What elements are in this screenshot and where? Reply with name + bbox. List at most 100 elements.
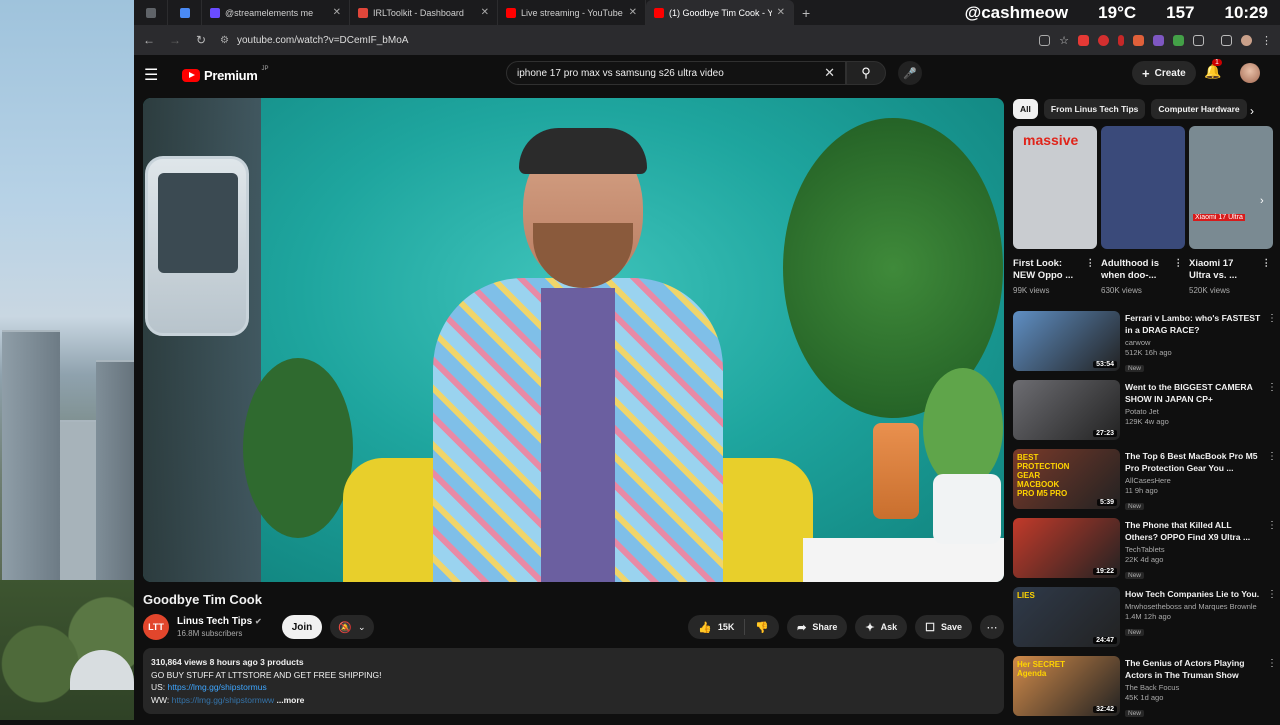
filter-chip[interactable]: From Linus Tech Tips xyxy=(1043,99,1146,119)
recommended-title[interactable]: How Tech Companies Lie to You. xyxy=(1125,588,1265,600)
bookmark-star-icon[interactable]: ☆ xyxy=(1059,34,1069,47)
forward-icon[interactable]: → xyxy=(168,33,182,47)
sidebar-icon[interactable] xyxy=(1221,34,1232,46)
search-input[interactable]: iphone 17 pro max vs samsung s26 ultra v… xyxy=(506,61,846,85)
puzzle-icon[interactable] xyxy=(1193,34,1204,46)
tab-strip: @streamelements me ✕ IRLToolkit - Dashboar… xyxy=(134,0,1280,25)
recommended-video[interactable]: 27:23 Went to the BIGGEST CAMERA SHOW IN … xyxy=(1013,380,1280,449)
kebab-menu-icon[interactable]: ⋮ xyxy=(1262,258,1272,270)
profile-icon[interactable] xyxy=(1241,34,1252,46)
extension-icon[interactable] xyxy=(1153,34,1164,46)
recommended-channel[interactable]: TechTablets xyxy=(1125,545,1265,554)
close-tab-icon[interactable]: ✕ xyxy=(777,7,785,18)
video-thumbnail[interactable]: 19:22 xyxy=(1013,518,1120,578)
extension-icon[interactable] xyxy=(1173,34,1184,46)
recommended-video[interactable]: LIES 24:47 How Tech Companies Lie to You. M… xyxy=(1013,587,1280,656)
browser-tab[interactable] xyxy=(134,0,168,25)
recommended-channel[interactable]: Potato Jet xyxy=(1125,407,1265,416)
browser-tab[interactable]: @streamelements me ✕ xyxy=(202,0,350,25)
recommended-title[interactable]: The Top 6 Best MacBook Pro M5 Pro Protec… xyxy=(1125,450,1265,474)
share-button[interactable]: ➦ Share xyxy=(787,615,848,639)
recommended-title[interactable]: The Genius of Actors Playing Actors in T… xyxy=(1125,657,1265,681)
short-thumbnail[interactable]: Xiaomi 17 Ultra xyxy=(1189,126,1273,249)
extension-icon[interactable] xyxy=(1098,34,1109,46)
short-thumbnail[interactable]: massive xyxy=(1013,126,1097,249)
recommended-title[interactable]: Ferrari v Lambo: who's FASTEST in a DRAG… xyxy=(1125,312,1265,336)
recommended-video[interactable]: Her SECRET Agenda 32:42 The Genius of Acto… xyxy=(1013,656,1280,725)
recommended-channel[interactable]: The Back Focus xyxy=(1125,683,1265,692)
search-button[interactable]: ⚲ xyxy=(846,61,886,85)
close-tab-icon[interactable]: ✕ xyxy=(481,7,489,18)
short-card[interactable]: Adulthood is when doo-... ⋮ 630K views xyxy=(1101,126,1185,301)
site-info-icon[interactable]: ⚙ xyxy=(220,35,229,46)
dislike-button[interactable]: 👎 xyxy=(745,615,779,639)
new-tab-button[interactable]: + xyxy=(794,0,818,25)
extension-icon[interactable] xyxy=(1118,34,1124,46)
browser-window: @streamelements me ✕ IRLToolkit - Dashboar… xyxy=(134,0,1280,720)
kebab-menu-icon[interactable]: ⋮ xyxy=(1086,258,1096,270)
ask-button[interactable]: ✦ Ask xyxy=(855,615,908,639)
browser-tab[interactable]: (1) Goodbye Tim Cook - Y ✕ xyxy=(646,0,794,25)
kebab-menu-icon[interactable]: ⋮ xyxy=(1267,589,1277,600)
short-card[interactable]: massive First Look: NEW Oppo ... ⋮ 99K view… xyxy=(1013,126,1097,301)
recommended-video[interactable]: BEST PROTECTION GEAR MACBOOK PRO M5 PRO 5… xyxy=(1013,449,1280,518)
clear-search-icon[interactable]: ✕ xyxy=(824,65,835,81)
reload-icon[interactable]: ↻ xyxy=(194,33,208,47)
recommended-video[interactable]: 53:54 Ferrari v Lambo: who's FASTEST in a… xyxy=(1013,311,1280,380)
save-button[interactable]: ☐ Save xyxy=(915,615,972,639)
join-button[interactable]: Join xyxy=(281,615,323,639)
notification-settings-button[interactable]: 🔕 ⌄ xyxy=(330,615,374,639)
recommended-title[interactable]: Went to the BIGGEST CAMERA SHOW IN JAPAN… xyxy=(1125,381,1265,405)
kebab-menu-icon[interactable]: ⋮ xyxy=(1174,258,1184,270)
install-icon[interactable] xyxy=(1039,34,1051,46)
recommended-video[interactable]: 19:22 The Phone that Killed ALL Others? O… xyxy=(1013,518,1280,587)
browser-tab[interactable]: Live streaming - YouTube Stu ✕ xyxy=(498,0,646,25)
browser-tab[interactable]: IRLToolkit - Dashboard ✕ xyxy=(350,0,498,25)
short-card[interactable]: Xiaomi 17 Ultra Xiaomi 17 Ultra vs. ... ⋮ 5… xyxy=(1189,126,1273,301)
recommended-channel[interactable]: Mrwhosetheboss and Marques Brownle xyxy=(1125,602,1265,611)
chevron-right-icon[interactable]: › xyxy=(1250,104,1254,118)
short-thumbnail[interactable] xyxy=(1101,126,1185,249)
url-field[interactable]: ⚙ youtube.com/watch?v=DCemIF_bMoA xyxy=(220,35,1027,46)
recommended-title[interactable]: The Phone that Killed ALL Others? OPPO F… xyxy=(1125,519,1265,543)
ww-store-link[interactable]: https://lmg.gg/shipstormww xyxy=(172,695,275,705)
description-box[interactable]: 310,864 views 8 hours ago 3 products GO … xyxy=(143,648,1004,714)
back-icon[interactable]: ← xyxy=(142,33,156,47)
us-store-link[interactable]: https://lmg.gg/shipstormus xyxy=(168,682,267,692)
video-thumbnail[interactable]: BEST PROTECTION GEAR MACBOOK PRO M5 PRO 5… xyxy=(1013,449,1120,509)
create-button[interactable]: + Create xyxy=(1132,61,1196,85)
youtube-logo[interactable]: Premium JP xyxy=(182,66,269,83)
avatar[interactable] xyxy=(1240,63,1260,83)
extension-icon[interactable] xyxy=(1133,34,1144,46)
chevron-down-icon: ⌄ xyxy=(357,621,366,632)
video-thumbnail[interactable]: 27:23 xyxy=(1013,380,1120,440)
video-thumbnail[interactable]: 53:54 xyxy=(1013,311,1120,371)
channel-name[interactable]: Linus Tech Tips xyxy=(177,616,252,627)
kebab-menu-icon[interactable]: ⋮ xyxy=(1267,382,1277,393)
recommended-channel[interactable]: carwow xyxy=(1125,338,1265,347)
browser-tab[interactable] xyxy=(168,0,202,25)
duration-badge: 53:54 xyxy=(1093,361,1117,368)
show-more-link[interactable]: ...more xyxy=(277,695,305,705)
filter-chip[interactable]: All xyxy=(1013,99,1038,119)
kebab-menu-icon[interactable]: ⋮ xyxy=(1267,313,1277,324)
kebab-menu-icon[interactable]: ⋮ xyxy=(1267,520,1277,531)
close-tab-icon[interactable]: ✕ xyxy=(629,7,637,18)
close-tab-icon[interactable]: ✕ xyxy=(333,7,341,18)
kebab-menu-icon[interactable]: ⋮ xyxy=(1267,658,1277,669)
recommended-channel[interactable]: AllCasesHere xyxy=(1125,476,1265,485)
more-actions-icon[interactable]: ⋯ xyxy=(980,615,1004,639)
video-thumbnail[interactable]: Her SECRET Agenda 32:42 xyxy=(1013,656,1120,716)
like-button[interactable]: 👍 15K xyxy=(688,615,744,639)
filter-chip[interactable]: Computer Hardware xyxy=(1151,99,1247,119)
kebab-menu-icon[interactable]: ⋮ xyxy=(1267,451,1277,462)
channel-avatar[interactable]: LTT xyxy=(143,614,169,640)
microphone-icon[interactable]: 🎤 xyxy=(898,61,922,85)
hamburger-icon[interactable]: ☰ xyxy=(144,65,168,85)
shorts-next-icon[interactable]: › xyxy=(1260,195,1264,207)
video-thumbnail[interactable]: LIES 24:47 xyxy=(1013,587,1120,647)
video-player[interactable] xyxy=(143,98,1004,582)
kebab-menu-icon[interactable]: ⋮ xyxy=(1261,34,1272,47)
bell-icon[interactable]: 🔔 1 xyxy=(1204,59,1222,80)
extension-icon[interactable] xyxy=(1078,34,1089,46)
